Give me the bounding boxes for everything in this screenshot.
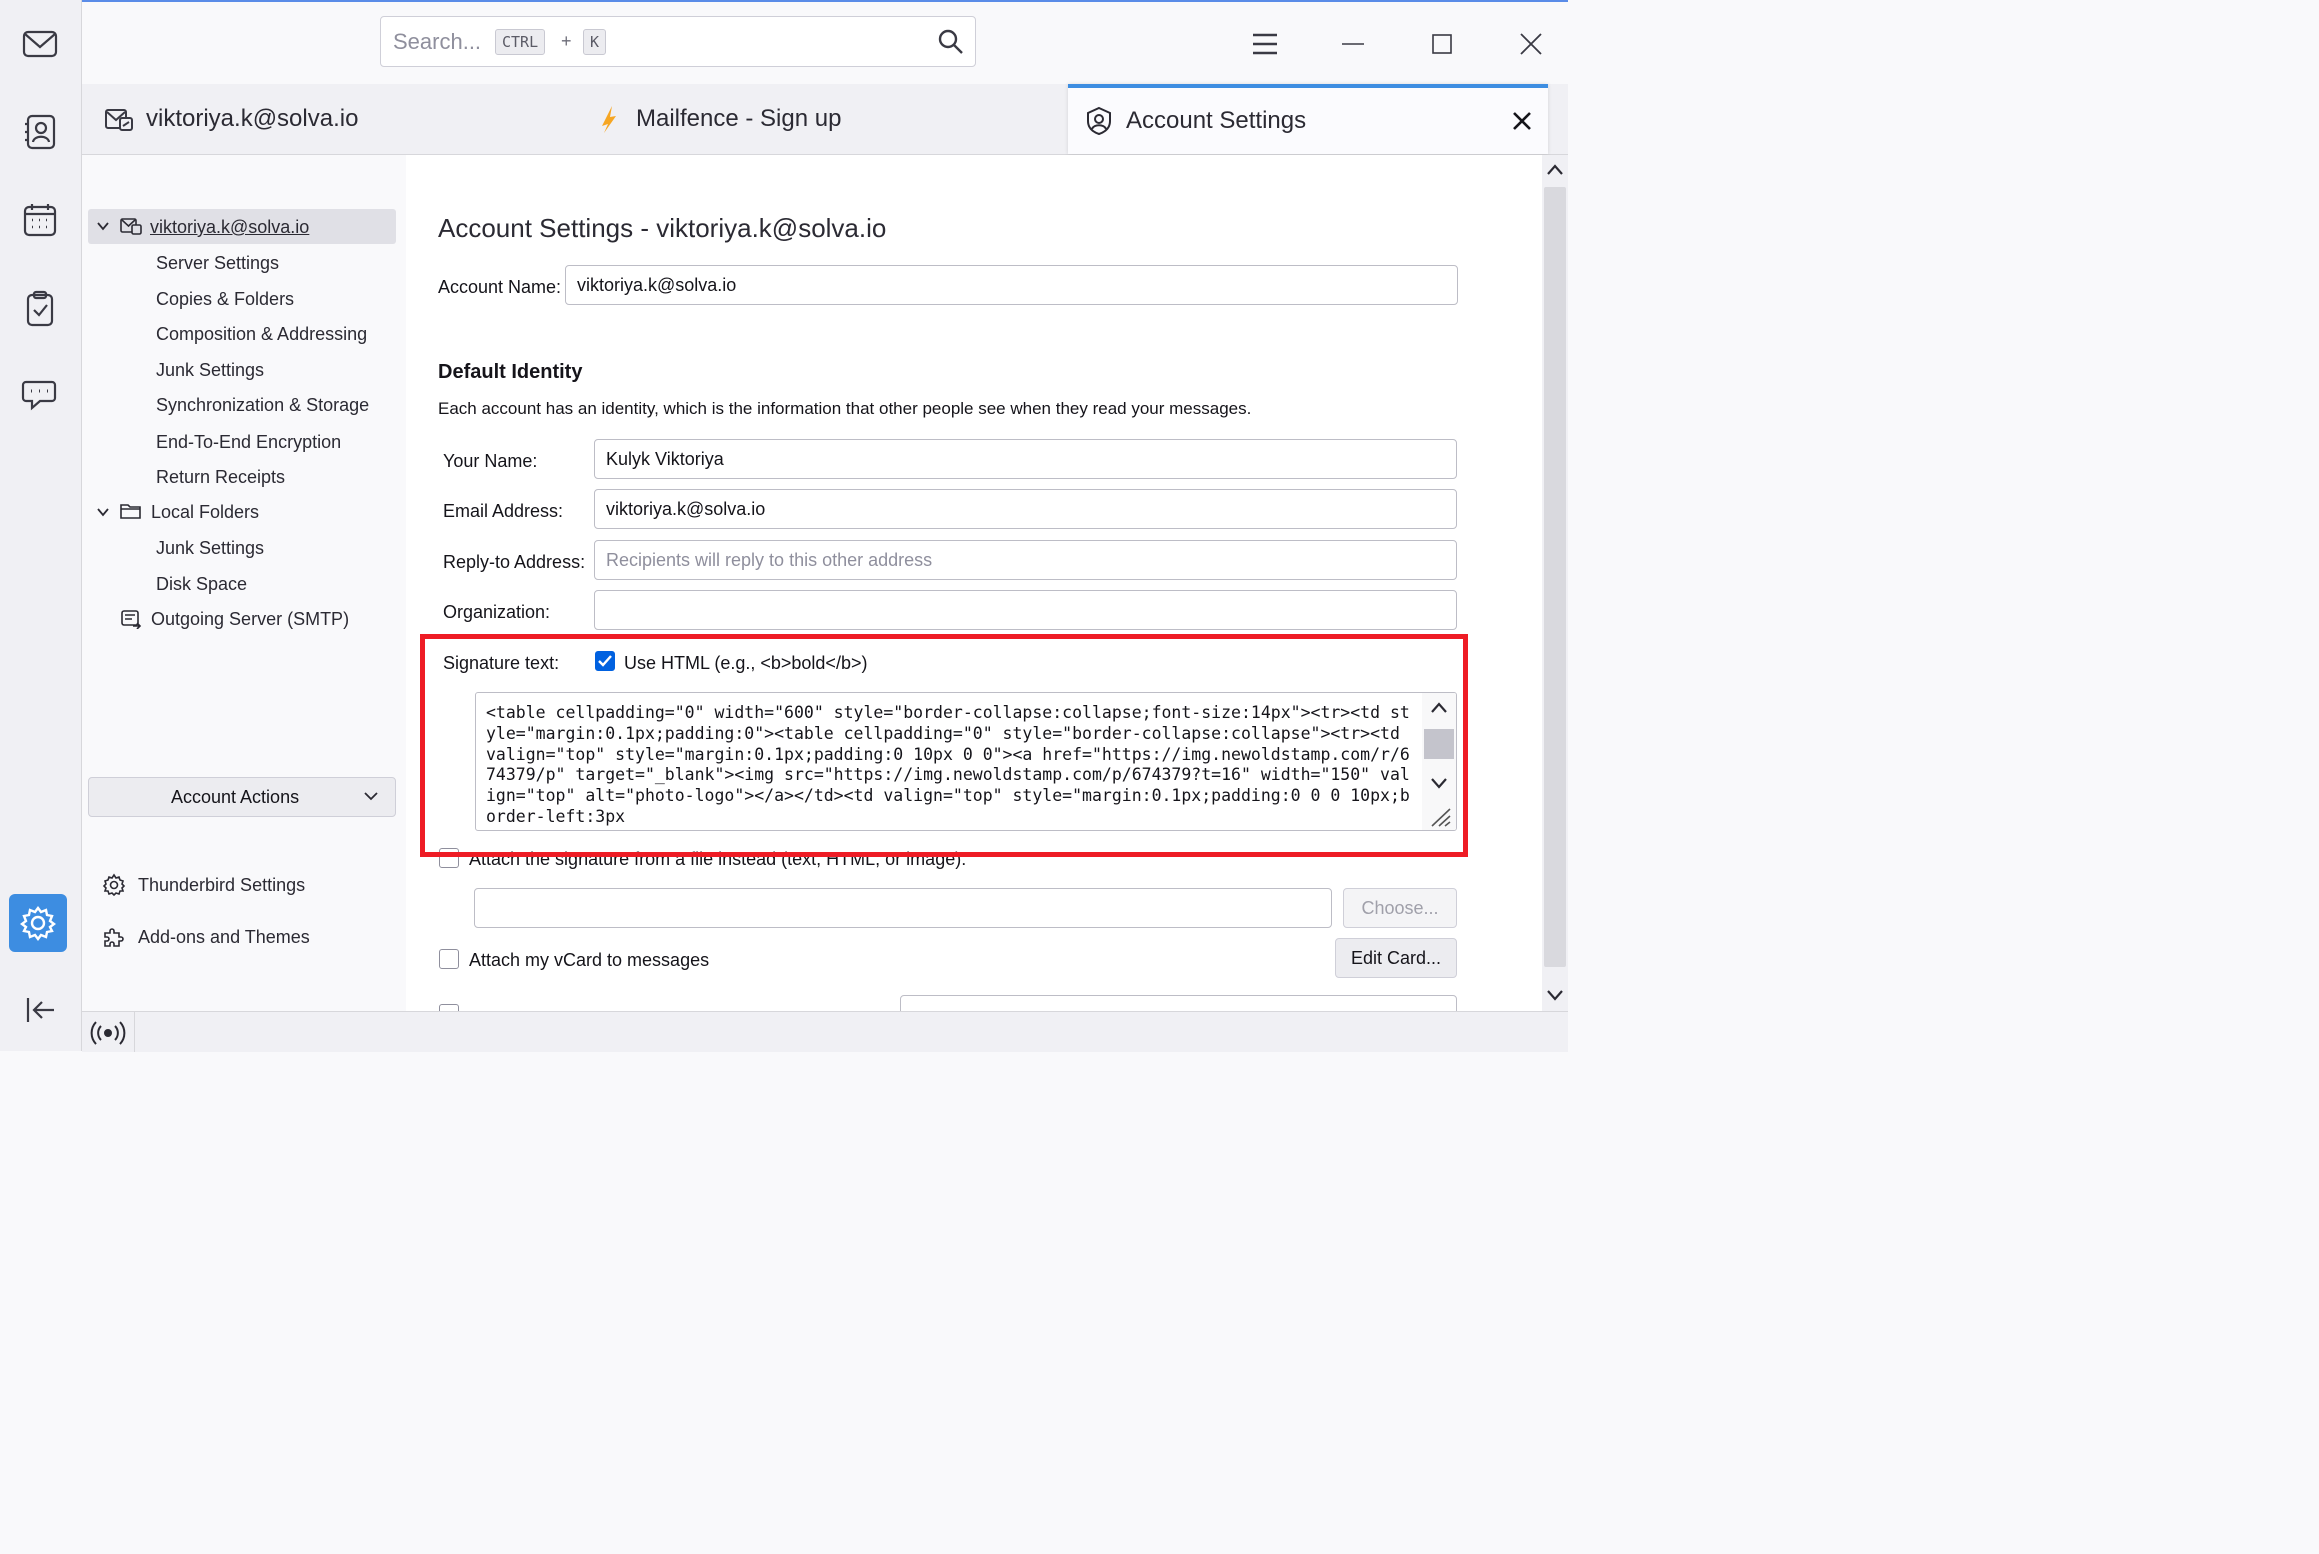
scroll-down-icon[interactable] bbox=[1546, 988, 1564, 1007]
tab-label: viktoriya.k@solva.io bbox=[146, 105, 359, 132]
maximize-icon[interactable] bbox=[1422, 24, 1462, 64]
tree-item-local-junk[interactable]: Junk Settings bbox=[156, 538, 264, 559]
tree-item-e2e-encryption[interactable]: End-To-End Encryption bbox=[156, 432, 341, 453]
mail-account-icon bbox=[120, 217, 142, 240]
attach-vcard-checkbox[interactable] bbox=[439, 949, 459, 969]
address-book-icon[interactable] bbox=[12, 104, 68, 160]
choose-file-button[interactable]: Choose... bbox=[1343, 888, 1457, 928]
signature-scrollbar[interactable] bbox=[1422, 693, 1456, 830]
page-scrollbar[interactable] bbox=[1542, 155, 1568, 1011]
tree-item-copies-folders[interactable]: Copies & Folders bbox=[156, 289, 294, 310]
use-html-label[interactable]: Use HTML (e.g., <b>bold</b>) bbox=[624, 653, 867, 674]
scroll-thumb[interactable] bbox=[1424, 729, 1454, 759]
chevron-down-icon[interactable] bbox=[96, 503, 110, 524]
account-name-field[interactable]: viktoriya.k@solva.io bbox=[565, 265, 1458, 305]
gear-icon bbox=[102, 873, 126, 902]
global-search-input[interactable]: Search... CTRL + K bbox=[380, 16, 976, 67]
account-actions-button[interactable]: Account Actions bbox=[88, 777, 396, 817]
tab-account-settings[interactable]: Account Settings bbox=[1068, 84, 1548, 154]
tree-item-disk-space[interactable]: Disk Space bbox=[156, 574, 247, 595]
shortcut-plus: + bbox=[561, 31, 572, 51]
tree-item-composition[interactable]: Composition & Addressing bbox=[156, 324, 367, 345]
folder-icon bbox=[120, 502, 142, 525]
email-address-label: Email Address: bbox=[443, 501, 564, 521]
signature-textarea[interactable]: <table cellpadding="0" width="600" style… bbox=[475, 692, 1457, 831]
signature-file-path-field[interactable] bbox=[474, 888, 1332, 928]
tab-mail[interactable]: viktoriya.k@solva.io bbox=[104, 84, 404, 154]
account-name-label: Account Name: bbox=[438, 277, 562, 297]
organization-label: Organization: bbox=[443, 602, 551, 622]
tree-local-folders[interactable]: Local Folders bbox=[151, 502, 259, 523]
mail-account-icon bbox=[104, 106, 134, 132]
tree-item-junk-settings[interactable]: Junk Settings bbox=[156, 360, 264, 381]
status-bar bbox=[82, 1011, 1568, 1052]
organization-field[interactable] bbox=[594, 590, 1457, 630]
page-title: Account Settings - viktoriya.k@solva.io bbox=[438, 213, 887, 243]
email-address-field[interactable]: viktoriya.k@solva.io bbox=[594, 489, 1457, 529]
tree-item-server-settings[interactable]: Server Settings bbox=[156, 253, 279, 274]
shortcut-key-k: K bbox=[583, 29, 607, 55]
mailfence-logo-icon bbox=[594, 104, 624, 134]
account-settings-icon bbox=[1084, 106, 1114, 136]
mail-icon[interactable] bbox=[12, 16, 68, 72]
calendar-icon[interactable] bbox=[12, 192, 68, 248]
identity-description: Each account has an identity, which is t… bbox=[438, 399, 1252, 418]
status-divider bbox=[134, 1012, 135, 1052]
outgoing-server-icon bbox=[120, 609, 142, 634]
use-html-checkbox[interactable] bbox=[595, 651, 615, 671]
tasks-icon[interactable] bbox=[12, 280, 68, 336]
attach-signature-file-label[interactable]: Attach the signature from a file instead… bbox=[469, 849, 966, 870]
collapse-spaces-icon[interactable] bbox=[12, 982, 68, 1038]
close-window-icon[interactable] bbox=[1511, 24, 1551, 64]
signature-text-label: Signature text: bbox=[443, 653, 560, 673]
thunderbird-settings-link[interactable]: Thunderbird Settings bbox=[138, 875, 305, 896]
minimize-icon[interactable] bbox=[1333, 24, 1373, 64]
chevron-down-icon[interactable] bbox=[96, 217, 110, 238]
reply-to-field[interactable]: Recipients will reply to this other addr… bbox=[594, 540, 1457, 580]
edit-card-button[interactable]: Edit Card... bbox=[1335, 938, 1457, 978]
scroll-up-icon[interactable] bbox=[1430, 701, 1448, 720]
search-placeholder: Search... bbox=[393, 29, 482, 54]
tree-item-return-receipts[interactable]: Return Receipts bbox=[156, 467, 285, 488]
tab-label: Account Settings bbox=[1126, 107, 1307, 134]
scroll-up-icon[interactable] bbox=[1546, 163, 1564, 182]
shortcut-key-ctrl: CTRL bbox=[495, 29, 546, 55]
attach-signature-file-checkbox[interactable] bbox=[439, 848, 459, 868]
close-tab-icon[interactable] bbox=[1512, 110, 1532, 138]
puzzle-icon bbox=[102, 925, 126, 954]
spaces-toolbar bbox=[0, 0, 82, 1051]
attach-vcard-label[interactable]: Attach my vCard to messages bbox=[469, 950, 709, 971]
resize-grip-icon[interactable] bbox=[1428, 805, 1452, 830]
tab-strip: viktoriya.k@solva.io Mailfence - Sign up… bbox=[82, 84, 1568, 155]
account-actions-label: Account Actions bbox=[171, 787, 300, 807]
tab-mailfence-signup[interactable]: Mailfence - Sign up bbox=[594, 84, 894, 154]
next-option-field[interactable] bbox=[900, 995, 1457, 1011]
next-option-checkbox[interactable] bbox=[439, 1004, 459, 1011]
addons-themes-link[interactable]: Add-ons and Themes bbox=[138, 927, 310, 948]
tab-label: Mailfence - Sign up bbox=[636, 105, 842, 132]
tree-item-sync-storage[interactable]: Synchronization & Storage bbox=[156, 395, 369, 416]
reply-to-label: Reply-to Address: bbox=[443, 552, 586, 572]
search-icon[interactable] bbox=[937, 28, 965, 61]
tree-outgoing-server[interactable]: Outgoing Server (SMTP) bbox=[151, 609, 349, 630]
signature-text: <table cellpadding="0" width="600" style… bbox=[486, 703, 1410, 826]
tree-account[interactable]: viktoriya.k@solva.io bbox=[150, 217, 309, 238]
your-name-field[interactable]: Kulyk Viktoriya bbox=[594, 439, 1457, 479]
online-status-icon[interactable] bbox=[90, 1020, 126, 1051]
default-identity-heading: Default Identity bbox=[438, 361, 583, 383]
account-settings-pane: Account Settings - viktoriya.k@solva.io … bbox=[406, 155, 1542, 1011]
chat-icon[interactable] bbox=[12, 366, 68, 422]
title-bar: Search... CTRL + K bbox=[82, 0, 1568, 83]
settings-gear-icon[interactable] bbox=[9, 894, 67, 952]
page-scroll-thumb[interactable] bbox=[1544, 187, 1566, 967]
scroll-down-icon[interactable] bbox=[1430, 776, 1448, 795]
app-menu-icon[interactable] bbox=[1245, 24, 1285, 64]
your-name-label: Your Name: bbox=[443, 451, 538, 471]
chevron-down-icon bbox=[363, 788, 379, 809]
account-tree: viktoriya.k@solva.io Server Settings Cop… bbox=[82, 155, 406, 1011]
